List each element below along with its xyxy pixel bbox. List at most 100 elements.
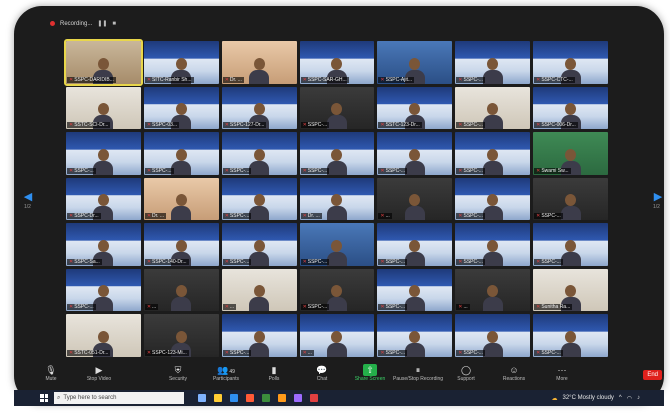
participant-tile[interactable]: ✕... bbox=[455, 268, 531, 312]
windows-start-icon[interactable] bbox=[40, 394, 48, 402]
participant-tile[interactable]: ✕SSPC-CTC-... bbox=[533, 41, 608, 84]
participant-name: SSPC-... bbox=[229, 167, 250, 174]
taskbar-app-icon[interactable] bbox=[214, 394, 222, 402]
participant-tile[interactable]: ✕SSPC-... bbox=[455, 41, 531, 84]
participant-tile[interactable]: ✕SSPC-Ajit... bbox=[377, 41, 453, 84]
participant-name: SSPC-... bbox=[541, 258, 561, 265]
participant-tile[interactable]: ✕SSPC-... bbox=[455, 132, 531, 175]
participant-tile[interactable]: ✕... bbox=[143, 268, 219, 312]
participant-name: SSPC-CTC-... bbox=[541, 76, 573, 83]
participant-tile[interactable]: ✕SSPC-... bbox=[455, 86, 531, 130]
volume-icon[interactable]: ♪ bbox=[637, 395, 640, 401]
mute-button[interactable]: 🎙 Mute bbox=[34, 364, 68, 382]
participant-name: SSPC-123-Mi... bbox=[152, 350, 187, 356]
muted-mic-icon: ✕ bbox=[380, 167, 385, 174]
participant-tile[interactable]: ✕SSPC-127-Dr... bbox=[221, 86, 297, 130]
participant-tile[interactable]: ✕Dr. ... bbox=[299, 177, 375, 221]
participant-name-label: ✕Sunitha Ra... bbox=[534, 304, 573, 311]
toolbar-left-group: 🎙 Mute ▶ Stop Video bbox=[34, 364, 116, 382]
participant-name-label: ✕SSPC-... bbox=[144, 167, 174, 174]
participant-tile[interactable]: ✕... bbox=[377, 177, 453, 221]
participant-tile[interactable]: ✕SSPC-... bbox=[377, 268, 453, 312]
taskbar-search-input[interactable]: ⌕ Type here to search bbox=[54, 392, 184, 404]
participant-tile[interactable]: ✕SSPC-... bbox=[377, 314, 453, 357]
participant-tile[interactable]: ✕SSPC-... bbox=[221, 314, 297, 357]
participant-tile[interactable]: ✕SSPC-... bbox=[299, 132, 375, 175]
participant-tile[interactable]: ✕SSPC-... bbox=[299, 86, 375, 130]
taskbar-app-icon[interactable] bbox=[246, 394, 254, 402]
participant-tile[interactable]: ✕SSPC-... bbox=[533, 314, 608, 357]
muted-mic-icon: ✕ bbox=[536, 304, 541, 311]
taskbar-app-icon[interactable] bbox=[230, 394, 238, 402]
participant-video bbox=[560, 331, 581, 357]
muted-mic-icon: ✕ bbox=[224, 213, 229, 220]
chat-button[interactable]: 💬 Chat bbox=[305, 364, 339, 382]
participant-name: Dr. ... bbox=[152, 213, 164, 220]
participant-tile[interactable]: ✕SSPC-006-Dr... bbox=[533, 86, 608, 130]
more-button[interactable]: ⋯ More bbox=[545, 364, 579, 382]
participant-tile[interactable]: ✕Dr. ... bbox=[221, 41, 297, 84]
participant-tile[interactable]: ✕SSPC-140-Dr... bbox=[143, 223, 219, 266]
participant-name: SSPC-DARIDIB... bbox=[74, 76, 114, 83]
end-meeting-button[interactable]: End bbox=[643, 370, 662, 380]
participant-tile[interactable]: ✕SITC-Ranbir Sh... bbox=[143, 41, 219, 84]
participant-tile[interactable]: ✕SSPC-... bbox=[299, 223, 375, 266]
participant-tile[interactable]: ✕Sunitha Ra... bbox=[533, 268, 608, 312]
participant-tile[interactable]: ✕SSTC-123-Dr... bbox=[377, 86, 453, 130]
participant-tile[interactable]: ✕SSTC-SCI-Dr... bbox=[66, 86, 141, 130]
participant-video bbox=[404, 148, 425, 175]
participant-tile[interactable]: ✕SSPC-... bbox=[533, 177, 608, 221]
pause-icon[interactable]: ❚❚ bbox=[97, 20, 107, 27]
participant-tile[interactable]: ✕SSPC-SAR-GH... bbox=[299, 41, 375, 84]
taskbar-app-icon[interactable] bbox=[294, 394, 302, 402]
participant-tile[interactable]: ✕SSPC-... bbox=[455, 314, 531, 357]
participant-tile[interactable]: ✕SSPC-... bbox=[455, 223, 531, 266]
participant-tile[interactable]: ✕SSPC-123-Mi... bbox=[143, 314, 219, 357]
participant-tile[interactable]: ✕... bbox=[299, 314, 375, 357]
polls-button[interactable]: ▮ Polls bbox=[257, 364, 291, 382]
participant-name-label: ✕Swami Sw... bbox=[534, 167, 571, 174]
participant-tile[interactable]: ✕Dr. ... bbox=[143, 177, 219, 221]
reactions-button[interactable]: ☺ Reactions bbox=[497, 364, 531, 382]
recording-icon: ⏸ bbox=[415, 365, 421, 375]
support-button[interactable]: ◯ Support bbox=[449, 364, 483, 382]
weather-text: 32°C Mostly cloudy bbox=[562, 395, 614, 401]
participant-tile[interactable]: ✕SSPC-... bbox=[221, 223, 297, 266]
participant-tile[interactable]: ✕SSPC-... bbox=[377, 132, 453, 175]
security-button[interactable]: ⛨ Security bbox=[161, 364, 195, 382]
participant-name: SSPC-Sa... bbox=[74, 258, 100, 265]
participant-tile[interactable]: ✕SSPC-... bbox=[66, 268, 141, 312]
pause-stop-recording-button[interactable]: ⏸ Pause/Stop Recording bbox=[393, 364, 443, 382]
participant-tile[interactable]: ✕SSPC-... bbox=[299, 268, 375, 312]
share-screen-button[interactable]: ⇧ Share Screen bbox=[353, 364, 387, 382]
participant-tile[interactable]: ✕SSPC-DARIDIB... bbox=[64, 39, 143, 86]
participant-name: ... bbox=[229, 304, 235, 311]
previous-page-arrow-icon[interactable]: ◀ bbox=[22, 190, 34, 203]
participant-tile[interactable]: ✕SSTC-051-Dr... bbox=[66, 314, 141, 357]
network-icon[interactable]: ◠ bbox=[627, 395, 632, 402]
taskbar-app-icon[interactable] bbox=[278, 394, 286, 402]
participant-tile[interactable]: ✕Swami Sw... bbox=[533, 132, 608, 175]
taskbar-app-icon[interactable] bbox=[310, 394, 318, 402]
participant-tile[interactable]: ✕SSPC-... bbox=[533, 223, 608, 266]
participant-tile[interactable]: ✕SSPC-... bbox=[221, 132, 297, 175]
participant-tile[interactable]: ✕SSPC-... bbox=[455, 177, 531, 221]
participant-tile[interactable]: ✕SSPC-... bbox=[377, 223, 453, 266]
participant-tile[interactable]: ✕SSPC-03... bbox=[143, 86, 219, 130]
chevron-up-icon[interactable]: ^ bbox=[619, 395, 622, 401]
participant-name-label: ✕SSTC-051-Dr... bbox=[67, 350, 111, 356]
taskbar-app-icon[interactable] bbox=[262, 394, 270, 402]
participant-tile[interactable]: ✕SSPC-... bbox=[143, 132, 219, 175]
stop-video-button[interactable]: ▶ Stop Video bbox=[82, 364, 116, 382]
stop-icon[interactable]: ■ bbox=[112, 21, 116, 27]
participants-button[interactable]: 👥49 Participants bbox=[209, 364, 243, 382]
participant-tile[interactable]: ✕SSPC-Sa... bbox=[66, 223, 141, 266]
taskbar-app-icon[interactable] bbox=[198, 394, 206, 402]
participant-tile[interactable]: ✕... bbox=[221, 268, 297, 312]
participant-name-label: ✕SSPC-... bbox=[67, 167, 96, 174]
participant-tile[interactable]: ✕SSPC-... bbox=[66, 132, 141, 175]
next-page-arrow-icon[interactable]: ▶ bbox=[652, 190, 664, 203]
participant-tile[interactable]: ✕SSPC-Dr... bbox=[66, 177, 141, 221]
participant-tile[interactable]: ✕SSPC-... bbox=[221, 177, 297, 221]
participant-name-label: ✕SSPC-... bbox=[534, 258, 563, 265]
